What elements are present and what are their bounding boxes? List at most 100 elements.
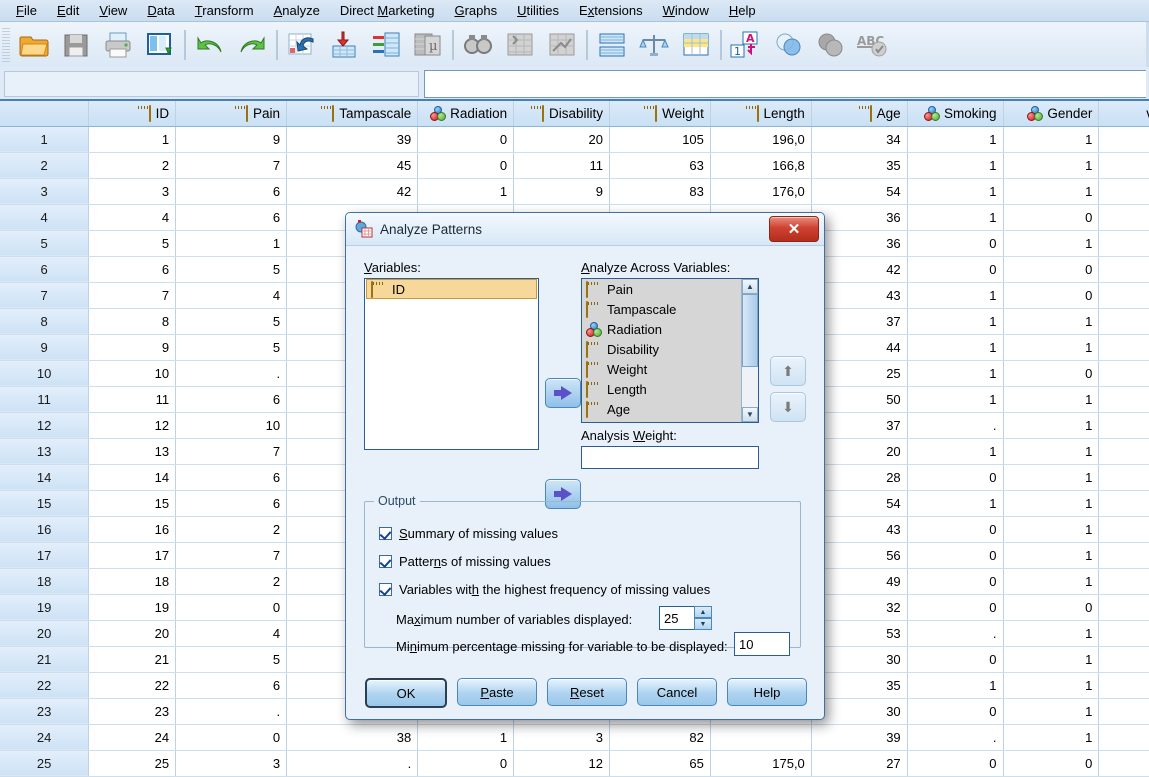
recall-dialog-icon[interactable]: [139, 24, 181, 65]
data-cell[interactable]: 1: [1003, 438, 1099, 464]
row-header[interactable]: 17: [0, 542, 89, 568]
show-all-variables-icon[interactable]: [809, 24, 851, 65]
row-header[interactable]: 20: [0, 620, 89, 646]
data-cell[interactable]: 6: [176, 386, 287, 412]
cell-reference-box[interactable]: [4, 71, 419, 97]
data-cell[interactable]: [1099, 308, 1149, 334]
data-cell[interactable]: 8: [89, 308, 176, 334]
data-cell[interactable]: 9: [176, 126, 287, 152]
cancel-button[interactable]: Cancel: [637, 678, 717, 706]
data-cell[interactable]: 42: [811, 256, 907, 282]
row-header[interactable]: 23: [0, 698, 89, 724]
table-row[interactable]: 336421983176,05411: [0, 178, 1149, 204]
data-cell[interactable]: 39: [287, 126, 418, 152]
row-header[interactable]: 9: [0, 334, 89, 360]
open-file-icon[interactable]: [13, 24, 55, 65]
data-cell[interactable]: 5: [176, 256, 287, 282]
list-item[interactable]: Length: [582, 379, 741, 399]
menu-item-extensions[interactable]: Extensions: [569, 1, 653, 20]
data-cell[interactable]: 7: [176, 152, 287, 178]
spell-check-icon[interactable]: ABC: [851, 24, 893, 65]
column-header-smoking[interactable]: Smoking: [907, 101, 1003, 126]
row-header[interactable]: 3: [0, 178, 89, 204]
data-cell[interactable]: [1099, 516, 1149, 542]
data-cell[interactable]: 1: [1003, 412, 1099, 438]
dialog-title-bar[interactable]: Analyze Patterns ✕: [346, 213, 824, 246]
column-header-pain[interactable]: Pain: [176, 101, 287, 126]
data-cell[interactable]: 28: [811, 464, 907, 490]
data-cell[interactable]: [1099, 412, 1149, 438]
data-cell[interactable]: 0: [1003, 256, 1099, 282]
data-cell[interactable]: 37: [811, 308, 907, 334]
data-cell[interactable]: [1099, 334, 1149, 360]
save-icon[interactable]: [55, 24, 97, 65]
cell-value-box[interactable]: [424, 70, 1146, 98]
list-item[interactable]: Tampascale: [582, 299, 741, 319]
menu-item-edit[interactable]: Edit: [47, 1, 89, 20]
data-cell[interactable]: [1099, 230, 1149, 256]
variables-list[interactable]: ID: [364, 278, 539, 450]
row-header[interactable]: 10: [0, 360, 89, 386]
menu-item-analyze[interactable]: Analyze: [264, 1, 330, 20]
goto-variable-icon[interactable]: [323, 24, 365, 65]
data-cell[interactable]: 3: [176, 750, 287, 776]
data-cell[interactable]: 0: [418, 152, 514, 178]
data-cell[interactable]: 16: [89, 516, 176, 542]
data-cell[interactable]: 1: [1003, 542, 1099, 568]
data-cell[interactable]: 4: [89, 204, 176, 230]
data-cell[interactable]: 1: [907, 282, 1003, 308]
data-cell[interactable]: 38: [287, 724, 418, 750]
ok-button[interactable]: OK: [365, 678, 447, 708]
data-cell[interactable]: [1099, 178, 1149, 204]
list-item[interactable]: ID: [366, 279, 537, 299]
patterns-of-missing-values-checkbox[interactable]: Patterns of missing values: [379, 554, 551, 569]
paste-button[interactable]: Paste: [457, 678, 537, 706]
column-header-disability[interactable]: Disability: [514, 101, 610, 126]
menu-item-data[interactable]: Data: [137, 1, 184, 20]
max-variables-input[interactable]: 25: [659, 606, 694, 630]
data-cell[interactable]: 2: [89, 152, 176, 178]
weight-cases-icon[interactable]: [633, 24, 675, 65]
data-cell[interactable]: 56: [811, 542, 907, 568]
row-header[interactable]: 18: [0, 568, 89, 594]
variables-highest-frequency-checkbox[interactable]: Variables with the highest frequency of …: [379, 582, 710, 597]
data-cell[interactable]: 0: [176, 724, 287, 750]
toolbar-grip[interactable]: [2, 28, 10, 62]
data-cell[interactable]: [1099, 204, 1149, 230]
data-cell[interactable]: 1: [907, 672, 1003, 698]
data-cell[interactable]: 12: [89, 412, 176, 438]
data-cell[interactable]: 1: [89, 126, 176, 152]
column-header-age[interactable]: Age: [811, 101, 907, 126]
move-down-button[interactable]: ⬇: [770, 392, 806, 422]
data-cell[interactable]: 30: [811, 646, 907, 672]
data-cell[interactable]: [1099, 490, 1149, 516]
data-cell[interactable]: 6: [176, 490, 287, 516]
data-cell[interactable]: 105: [609, 126, 710, 152]
data-cell[interactable]: 19: [89, 594, 176, 620]
data-cell[interactable]: 1: [1003, 126, 1099, 152]
insert-variable-icon[interactable]: [541, 24, 583, 65]
data-cell[interactable]: 25: [89, 750, 176, 776]
redo-icon[interactable]: [231, 24, 273, 65]
data-cell[interactable]: 0: [1003, 360, 1099, 386]
data-cell[interactable]: 2: [176, 516, 287, 542]
data-cell[interactable]: 5: [176, 308, 287, 334]
data-cell[interactable]: 7: [89, 282, 176, 308]
data-cell[interactable]: 1: [1003, 230, 1099, 256]
table-row[interactable]: 2424038138239.1: [0, 724, 1149, 750]
data-cell[interactable]: 49: [811, 568, 907, 594]
data-cell[interactable]: 1: [907, 386, 1003, 412]
data-cell[interactable]: [1099, 126, 1149, 152]
row-header[interactable]: 22: [0, 672, 89, 698]
print-icon[interactable]: [97, 24, 139, 65]
data-cell[interactable]: 1: [907, 308, 1003, 334]
data-cell[interactable]: [710, 724, 811, 750]
data-cell[interactable]: 4: [176, 620, 287, 646]
data-cell[interactable]: 196,0: [710, 126, 811, 152]
data-cell[interactable]: 43: [811, 516, 907, 542]
data-cell[interactable]: 1: [1003, 464, 1099, 490]
data-cell[interactable]: [1099, 724, 1149, 750]
row-header[interactable]: 14: [0, 464, 89, 490]
data-cell[interactable]: 14: [89, 464, 176, 490]
column-header-tampascale[interactable]: Tampascale: [287, 101, 418, 126]
